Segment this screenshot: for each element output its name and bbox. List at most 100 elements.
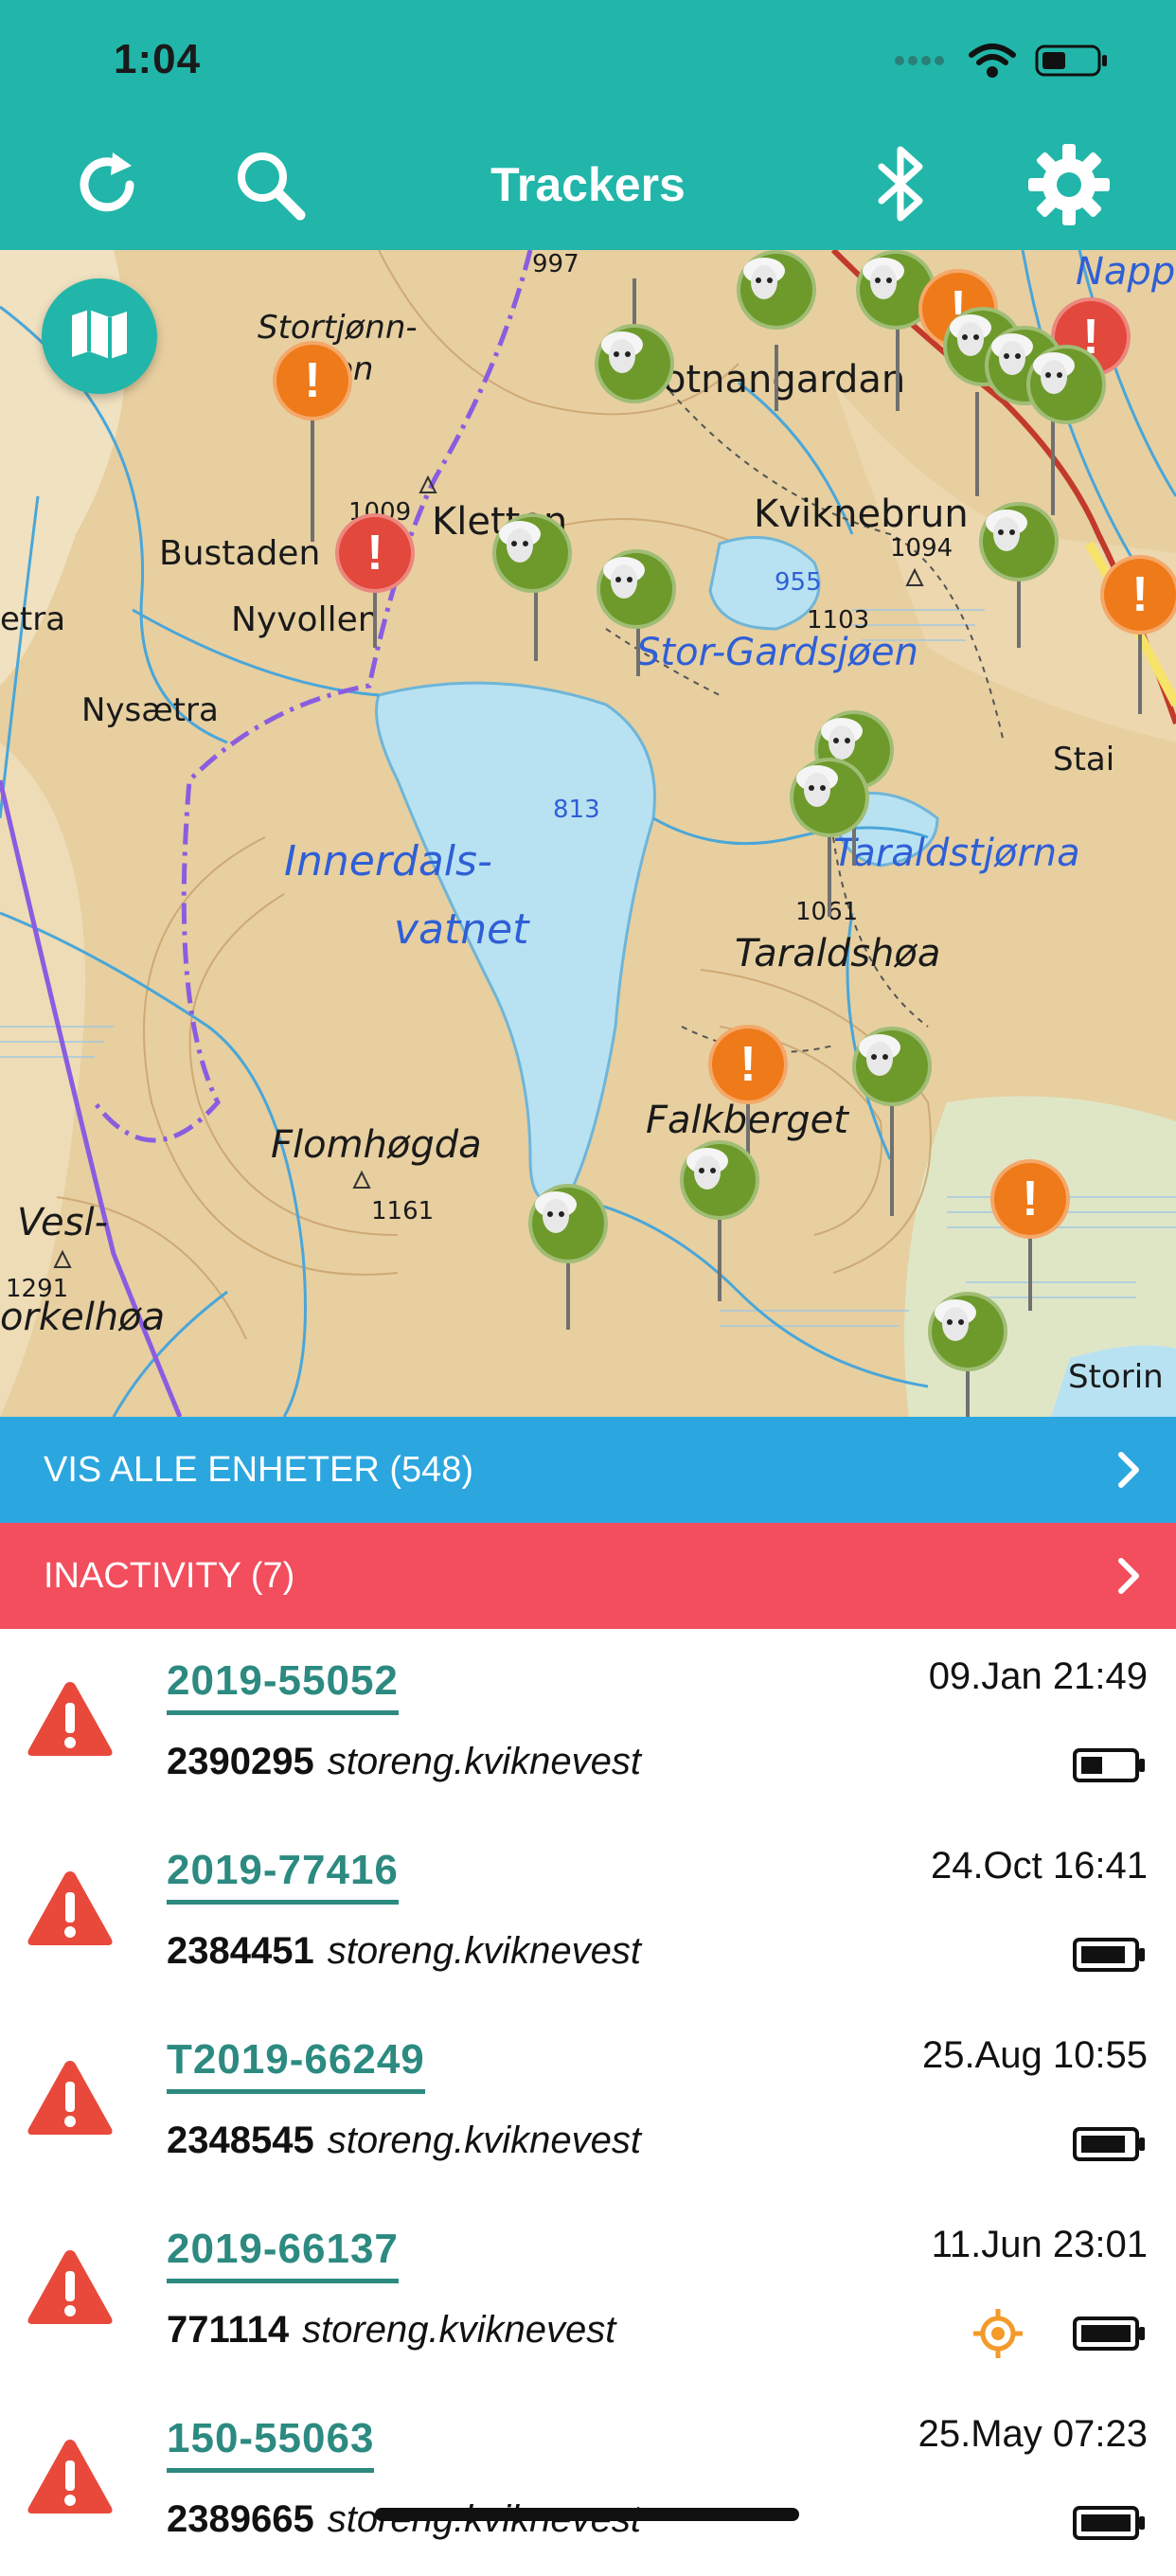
sheep-marker[interactable] xyxy=(852,1027,932,1106)
map-label: Nysætra xyxy=(81,691,219,729)
tracker-timestamp: 11.Jun 23:01 xyxy=(931,2224,1148,2265)
sheep-icon xyxy=(499,521,541,563)
tracker-owner: storeng.kviknevest xyxy=(327,2120,642,2161)
sheep-marker[interactable] xyxy=(737,250,816,330)
map-label: Stor-Gardsjøen xyxy=(636,631,918,674)
app-header: 1:04 Trackers xyxy=(0,0,1176,250)
alarm-marker[interactable]: ! xyxy=(335,513,415,593)
tracker-timestamp: 25.Aug 10:55 xyxy=(922,2034,1148,2076)
map-label: etra xyxy=(0,600,66,638)
map-icon xyxy=(68,306,131,367)
sheep-marker[interactable] xyxy=(979,502,1059,581)
map-elevation: 1094 xyxy=(890,534,953,563)
show-all-units-label: VIS ALLE ENHETER (548) xyxy=(44,1449,474,1490)
show-all-units-bar[interactable]: VIS ALLE ENHETER (548) xyxy=(0,1417,1176,1523)
tracker-tag-link[interactable]: 2019-77416 xyxy=(167,1847,399,1905)
map-elevation: 813 xyxy=(553,796,600,824)
tracker-row[interactable]: T2019-66249 2348545 storeng.kviknevest 25… xyxy=(0,2008,1176,2197)
map-elevation: 1103 xyxy=(807,606,870,635)
marker-pin xyxy=(311,419,314,542)
warning-marker[interactable]: ! xyxy=(990,1159,1070,1239)
signal-icon xyxy=(894,53,951,73)
sheep-marker[interactable] xyxy=(928,1292,1007,1371)
status-icons xyxy=(894,42,1110,84)
sheep-marker[interactable] xyxy=(528,1184,608,1263)
map-label: Napp xyxy=(1076,250,1176,294)
warning-marker[interactable]: ! xyxy=(708,1025,788,1104)
inactivity-bar[interactable]: INACTIVITY (7) xyxy=(0,1523,1176,1629)
tracker-row[interactable]: 2019-55052 2390295 storeng.kviknevest 09.… xyxy=(0,1629,1176,1818)
tracker-id: 2348545 storeng.kviknevest xyxy=(167,2120,642,2161)
map-label: Bustaden xyxy=(159,534,321,573)
sheep-icon xyxy=(821,718,863,760)
home-indicator[interactable] xyxy=(375,2508,799,2521)
tracker-id: 2384451 storeng.kviknevest xyxy=(167,1930,642,1972)
map-elevation: 997 xyxy=(532,250,579,278)
map-elevation: 1161 xyxy=(371,1197,435,1225)
sheep-icon xyxy=(859,1034,900,1076)
tracker-tag-link[interactable]: 150-55063 xyxy=(167,2415,375,2473)
tracker-owner: storeng.kviknevest xyxy=(327,1741,642,1782)
sheep-icon xyxy=(796,765,838,807)
sheep-icon xyxy=(603,557,645,599)
bluetooth-button[interactable] xyxy=(850,134,954,239)
battery-full-icon xyxy=(1072,2315,1148,2357)
sheep-icon xyxy=(1033,352,1075,394)
battery-low-icon xyxy=(1072,1746,1148,1789)
sheep-icon xyxy=(935,1299,976,1341)
tracker-id: 771114 storeng.kviknevest xyxy=(167,2309,616,2351)
sheep-marker[interactable] xyxy=(680,1140,759,1220)
warning-triangle-icon xyxy=(25,2057,116,2143)
sheep-marker[interactable] xyxy=(492,513,572,593)
tracker-row[interactable]: 2019-66137 771114 storeng.kviknevest 11.J… xyxy=(0,2197,1176,2387)
sheep-icon xyxy=(863,258,904,299)
map-label: Vesl- xyxy=(17,1201,109,1244)
wifi-icon xyxy=(968,42,1017,84)
inactivity-label: INACTIVITY (7) xyxy=(44,1555,295,1596)
battery-status-icon xyxy=(1034,42,1110,84)
warning-marker[interactable]: ! xyxy=(273,341,352,420)
map-label: Innerdals- xyxy=(284,837,492,886)
tracker-tag-link[interactable]: 2019-55052 xyxy=(167,1657,399,1715)
map-view[interactable]: Stortjønn- en Bustaden Nyvollen Nysætra … xyxy=(0,250,1176,1417)
map-label: Taraldstjørna xyxy=(833,832,1080,875)
warning-marker[interactable]: ! xyxy=(1100,555,1176,635)
battery-high-icon xyxy=(1072,2125,1148,2168)
tracker-row[interactable]: 150-55063 2389665storeng.kviknevest 25.M… xyxy=(0,2387,1176,2576)
map-label: Kviknebrun xyxy=(754,492,969,536)
battery-high-icon xyxy=(1072,1936,1148,1978)
map-elevation: 1291 xyxy=(6,1275,69,1303)
settings-button[interactable] xyxy=(1017,134,1121,239)
tracker-id: 2390295 storeng.kviknevest xyxy=(167,1741,642,1782)
gps-crosshair-icon xyxy=(971,2307,1025,2365)
warning-triangle-icon xyxy=(25,2246,116,2333)
sheep-icon xyxy=(686,1148,728,1190)
page-title: Trackers xyxy=(490,158,686,211)
battery-full-icon xyxy=(1072,2504,1148,2547)
sheep-marker[interactable] xyxy=(1026,345,1106,424)
gear-icon xyxy=(1026,142,1112,232)
tracker-row[interactable]: 2019-77416 2384451 storeng.kviknevest 24.… xyxy=(0,1818,1176,2008)
sheep-marker[interactable] xyxy=(595,324,674,403)
map-label: Stai xyxy=(1053,741,1115,778)
tracker-tag-link[interactable]: 2019-66137 xyxy=(167,2226,399,2283)
tracker-timestamp: 09.Jan 21:49 xyxy=(928,1655,1148,1697)
sheep-marker[interactable] xyxy=(790,758,869,837)
map-elevation: 955 xyxy=(775,568,822,597)
chevron-right-icon xyxy=(1115,1555,1142,1606)
sheep-icon xyxy=(601,331,643,373)
sheep-marker[interactable] xyxy=(597,549,676,629)
map-label: otnangardan xyxy=(663,358,906,402)
tracker-timestamp: 25.May 07:23 xyxy=(918,2413,1148,2455)
status-time: 1:04 xyxy=(114,36,202,82)
map-layers-button[interactable] xyxy=(42,278,157,394)
map-label: vatnet xyxy=(394,905,529,954)
tracker-tag-link[interactable]: T2019-66249 xyxy=(167,2036,425,2094)
map-label: Stortjønn- xyxy=(258,309,418,347)
map-label: Nyvollen xyxy=(231,600,380,639)
tracker-owner: storeng.kviknevest xyxy=(302,2309,616,2351)
warning-triangle-icon xyxy=(25,2436,116,2522)
tracker-timestamp: 24.Oct 16:41 xyxy=(930,1845,1148,1887)
marker-pin xyxy=(975,392,979,496)
warning-triangle-icon xyxy=(25,1868,116,1954)
